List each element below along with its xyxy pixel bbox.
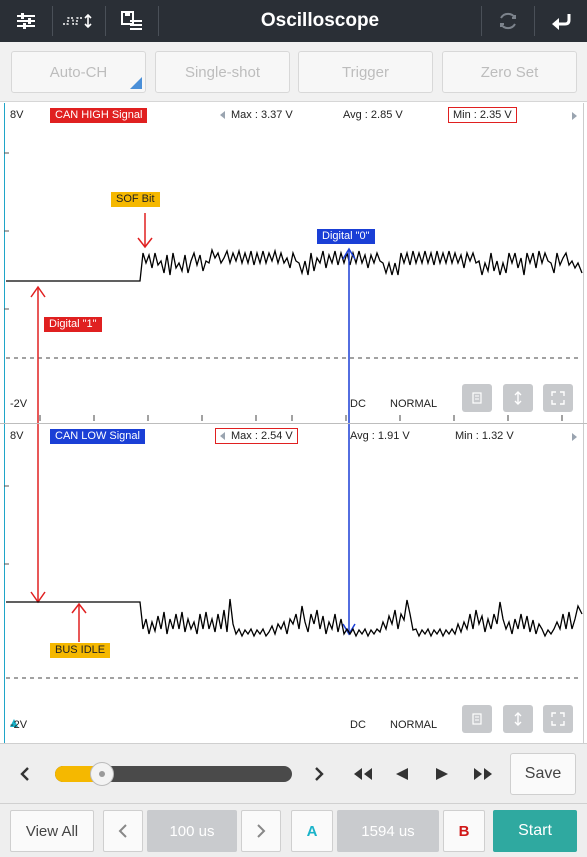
channel2-settings-button[interactable]	[462, 705, 492, 733]
channel1-mode[interactable]: NORMAL	[390, 398, 437, 410]
channel2-scale-bottom: -2V	[10, 719, 28, 731]
channel2-max: Max : 2.54 V	[215, 428, 298, 444]
trigger-edge-icon[interactable]	[53, 0, 105, 42]
expand-icon	[551, 391, 565, 405]
cursor-a-button[interactable]: A	[291, 810, 333, 852]
channel2-trace-area	[4, 424, 583, 679]
top-bar: Oscilloscope	[0, 0, 587, 42]
view-all-button[interactable]: View All	[10, 810, 94, 852]
channel1-signal-name[interactable]: CAN HIGH Signal	[50, 108, 148, 123]
channel2-vertical-scale-button[interactable]	[503, 705, 533, 733]
channel2-panel: 8V CAN LOW Signal Max : 2.54 V Avg : 1.9…	[0, 424, 587, 743]
channel1-time-ticks	[39, 415, 563, 421]
digital-1-label: Digital "1"	[44, 317, 102, 332]
sof-bit-label: SOF Bit	[111, 192, 160, 207]
zero-set-label: Zero Set	[480, 63, 539, 81]
time-slider[interactable]	[55, 762, 292, 786]
refresh-icon[interactable]	[482, 0, 534, 42]
toolbar-divider	[158, 6, 159, 36]
digital-0-label: Digital "0"	[317, 229, 375, 244]
channel1-max: Max : 3.37 V	[220, 109, 293, 121]
timebase-decrease-button[interactable]	[103, 810, 143, 852]
next-arrow-icon[interactable]	[572, 433, 577, 441]
zero-set-button[interactable]: Zero Set	[442, 51, 577, 93]
channel2-avg: Avg : 1.91 V	[350, 430, 410, 442]
vertical-arrows-icon	[514, 391, 522, 405]
page-title: Oscilloscope	[260, 10, 380, 31]
channel2-scale-top: 8V	[10, 430, 24, 442]
channel2-coupling[interactable]: DC	[350, 719, 366, 731]
start-button[interactable]: Start	[493, 810, 577, 852]
save-button[interactable]: Save	[510, 753, 576, 795]
step-forward-icon[interactable]	[434, 766, 450, 782]
channel2-signal-name[interactable]: CAN LOW Signal	[50, 429, 145, 444]
prev-arrow-icon[interactable]	[220, 111, 225, 120]
auto-ch-button[interactable]: Auto-CH	[11, 51, 146, 93]
back-return-icon[interactable]	[535, 0, 587, 42]
channel1-coupling[interactable]: DC	[350, 398, 366, 410]
auto-ch-label: Auto-CH	[49, 63, 108, 81]
fast-forward-icon[interactable]	[472, 766, 494, 782]
channel1-expand-button[interactable]	[543, 384, 573, 412]
single-shot-label: Single-shot	[184, 63, 261, 81]
scroll-right-icon[interactable]	[312, 766, 326, 782]
trigger-label: Trigger	[342, 63, 389, 81]
bottom-bar: View All 100 us A 1594 us B Start	[0, 803, 587, 857]
trigger-button[interactable]: Trigger	[298, 51, 433, 93]
channel2-min: Min : 1.32 V	[455, 430, 514, 442]
dropdown-corner-icon	[130, 77, 142, 89]
time-slider-handle[interactable]	[90, 762, 114, 786]
handle-dot	[99, 771, 105, 777]
document-icon	[472, 392, 482, 404]
channel1-min: Min : 2.35 V	[448, 107, 517, 123]
channel2-waveform	[6, 598, 583, 638]
cursor-b-button[interactable]: B	[443, 810, 485, 852]
channel1-vertical-scale-button[interactable]	[503, 384, 533, 412]
channel1-max-value: Max : 3.37 V	[231, 109, 293, 121]
chevron-right-icon	[257, 824, 266, 838]
save-list-icon[interactable]	[106, 0, 158, 42]
step-back-icon[interactable]	[394, 766, 410, 782]
channel1-trace-area	[4, 152, 583, 423]
mode-toolbar: Auto-CH Single-shot Trigger Zero Set	[0, 42, 587, 102]
channel1-avg: Avg : 2.85 V	[343, 109, 403, 121]
next-arrow-icon[interactable]	[572, 112, 577, 120]
channel1-waveform	[6, 247, 583, 282]
channel1-scale-top: 8V	[10, 109, 24, 121]
settings-sliders-icon[interactable]	[0, 0, 52, 42]
channel1-settings-button[interactable]	[462, 384, 492, 412]
channel2-mode[interactable]: NORMAL	[390, 719, 437, 731]
document-icon	[472, 713, 482, 725]
expand-icon	[551, 712, 565, 726]
vertical-arrows-icon	[514, 712, 522, 726]
timebase-value: 100 us	[147, 810, 237, 852]
chevron-left-icon	[118, 824, 127, 838]
timebase-increase-button[interactable]	[241, 810, 281, 852]
scroll-left-icon[interactable]	[18, 766, 32, 782]
playback-bar: Save	[0, 743, 587, 803]
channel1-panel: 8V CAN HIGH Signal Max : 3.37 V Avg : 2.…	[0, 103, 587, 423]
single-shot-button[interactable]: Single-shot	[155, 51, 290, 93]
channel2-max-value: Max : 2.54 V	[231, 430, 293, 442]
cursor-delta-value: 1594 us	[337, 810, 439, 852]
channel2-expand-button[interactable]	[543, 705, 573, 733]
prev-arrow-icon[interactable]	[220, 432, 225, 441]
fast-rewind-icon[interactable]	[352, 766, 374, 782]
channel1-scale-bottom: -2V	[10, 398, 28, 410]
bus-idle-label: BUS IDLE	[50, 643, 111, 658]
